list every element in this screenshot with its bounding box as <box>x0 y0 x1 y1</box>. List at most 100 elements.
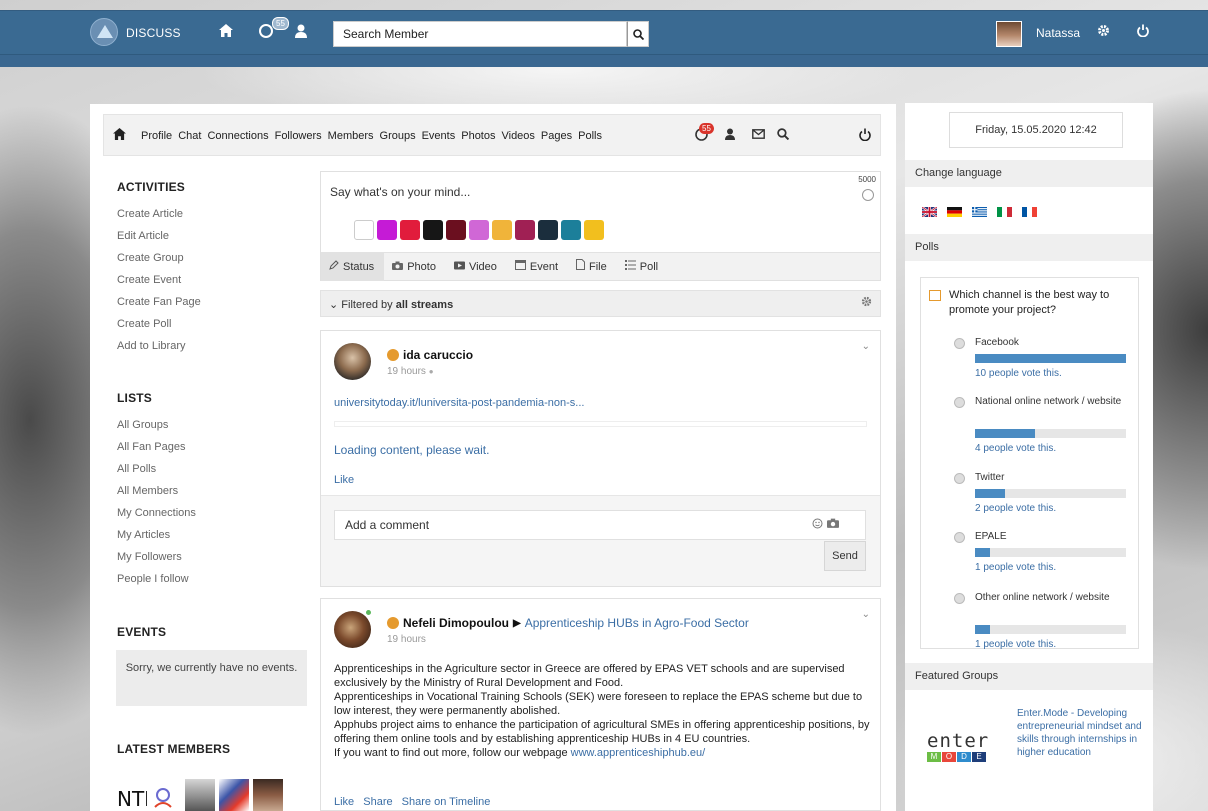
create-group-link[interactable]: Create Group <box>117 247 201 269</box>
nav-item-videos[interactable]: Videos <box>501 130 534 142</box>
post-author-avatar[interactable] <box>334 611 371 648</box>
home-icon[interactable] <box>219 24 233 40</box>
user-icon[interactable] <box>295 24 307 41</box>
nav-item-pages[interactable]: Pages <box>541 130 572 142</box>
create-poll-link[interactable]: Create Poll <box>117 313 201 335</box>
color-swatch[interactable] <box>584 220 604 240</box>
color-swatch[interactable] <box>515 220 535 240</box>
logo-icon[interactable] <box>90 18 118 46</box>
like-button[interactable]: Like <box>334 474 354 486</box>
my-articles-link[interactable]: My Articles <box>117 524 196 546</box>
nav-item-events[interactable]: Events <box>422 130 456 142</box>
flag-uk-icon[interactable] <box>922 207 937 217</box>
create-article-link[interactable]: Create Article <box>117 203 201 225</box>
comment-input[interactable]: Add a comment <box>334 510 866 540</box>
nav-home-icon[interactable] <box>113 128 126 143</box>
tab-event[interactable]: Event <box>507 253 568 281</box>
nav-item-followers[interactable]: Followers <box>275 130 322 142</box>
color-swatch[interactable] <box>423 220 443 240</box>
poll-radio[interactable] <box>954 473 965 484</box>
poll-radio[interactable] <box>954 593 965 604</box>
member-avatar[interactable] <box>151 779 181 811</box>
flag-italy-icon[interactable] <box>997 207 1012 217</box>
brand-name[interactable]: DISCUSS <box>126 26 181 40</box>
color-swatch[interactable] <box>492 220 512 240</box>
poll-radio[interactable] <box>954 532 965 543</box>
featured-group-logo[interactable]: enter M O D E <box>927 732 999 768</box>
nav-mail-icon[interactable] <box>752 128 765 142</box>
create-event-link[interactable]: Create Event <box>117 269 201 291</box>
status-input[interactable]: Say what's on your mind... <box>330 185 470 199</box>
share-button[interactable]: Share <box>363 796 392 808</box>
color-swatch[interactable] <box>561 220 581 240</box>
poll-vote-count[interactable]: 1 people vote this. <box>975 639 1056 650</box>
post-author[interactable]: ida caruccio <box>387 348 473 362</box>
member-avatar[interactable] <box>253 779 283 811</box>
nav-power-icon[interactable] <box>859 128 871 144</box>
globe-icon[interactable] <box>259 24 273 41</box>
nav-item-profile[interactable]: Profile <box>141 130 172 142</box>
emoji-icon[interactable] <box>862 189 874 201</box>
nav-item-connections[interactable]: Connections <box>207 130 268 142</box>
post-target-group[interactable]: Apprenticeship HUBs in Agro-Food Sector <box>525 616 749 630</box>
poll-vote-count[interactable]: 10 people vote this. <box>975 368 1062 379</box>
all-members-link[interactable]: All Members <box>117 480 196 502</box>
poll-vote-count[interactable]: 1 people vote this. <box>975 562 1056 573</box>
color-swatch[interactable] <box>377 220 397 240</box>
post-options-chevron-icon[interactable]: ⌄ <box>862 341 870 352</box>
all-groups-link[interactable]: All Groups <box>117 414 196 436</box>
poll-radio[interactable] <box>954 397 965 408</box>
color-swatch[interactable] <box>446 220 466 240</box>
color-swatch[interactable] <box>469 220 489 240</box>
post-options-chevron-icon[interactable]: ⌄ <box>862 609 870 620</box>
username[interactable]: Natassa <box>1036 26 1080 40</box>
create-fan-page-link[interactable]: Create Fan Page <box>117 291 201 313</box>
search-input[interactable]: Search Member <box>333 21 627 47</box>
member-avatar[interactable] <box>185 779 215 811</box>
tab-file[interactable]: File <box>568 253 617 281</box>
nav-item-photos[interactable]: Photos <box>461 130 495 142</box>
nav-add-user-icon[interactable] <box>724 128 737 143</box>
tab-status[interactable]: Status <box>321 253 385 281</box>
member-avatar[interactable] <box>219 779 249 811</box>
all-polls-link[interactable]: All Polls <box>117 458 196 480</box>
edit-article-link[interactable]: Edit Article <box>117 225 201 247</box>
flag-france-icon[interactable] <box>1022 207 1037 217</box>
tab-photo[interactable]: Photo <box>384 253 446 281</box>
nav-item-polls[interactable]: Polls <box>578 130 602 142</box>
color-swatch[interactable] <box>538 220 558 240</box>
nav-search-icon[interactable] <box>777 128 790 143</box>
all-fan-pages-link[interactable]: All Fan Pages <box>117 436 196 458</box>
share-on-timeline-button[interactable]: Share on Timeline <box>402 796 491 808</box>
like-button[interactable]: Like <box>334 796 354 808</box>
nav-item-chat[interactable]: Chat <box>178 130 201 142</box>
nav-notification-badge[interactable]: 55 <box>699 123 714 134</box>
people-i-follow-link[interactable]: People I follow <box>117 568 196 590</box>
power-icon[interactable] <box>1137 24 1149 40</box>
poll-vote-count[interactable]: 4 people vote this. <box>975 443 1056 454</box>
user-avatar[interactable] <box>996 21 1022 47</box>
poll-vote-count[interactable]: 2 people vote this. <box>975 503 1056 514</box>
my-followers-link[interactable]: My Followers <box>117 546 196 568</box>
notification-badge[interactable]: 55 <box>272 17 289 30</box>
color-swatch[interactable] <box>354 220 374 240</box>
post-author-avatar[interactable] <box>334 343 371 380</box>
comment-camera-icon[interactable] <box>827 518 872 531</box>
filter-gear-icon[interactable] <box>861 296 872 310</box>
nav-item-groups[interactable]: Groups <box>380 130 416 142</box>
flag-greece-icon[interactable] <box>972 207 987 217</box>
color-swatch[interactable] <box>400 220 420 240</box>
featured-group-link[interactable]: Enter.Mode - Developing entrepreneurial … <box>1017 707 1143 759</box>
add-to-library-link[interactable]: Add to Library <box>117 335 201 357</box>
flag-germany-icon[interactable] <box>947 207 962 217</box>
my-connections-link[interactable]: My Connections <box>117 502 196 524</box>
nav-item-members[interactable]: Members <box>328 130 374 142</box>
post-body-link[interactable]: www.apprenticeshiphub.eu/ <box>571 747 706 759</box>
member-avatar[interactable]: NTR <box>117 779 158 811</box>
tab-video[interactable]: Video <box>446 253 507 281</box>
search-button[interactable] <box>627 21 649 47</box>
gear-icon[interactable] <box>1097 24 1110 40</box>
tab-poll[interactable]: Poll <box>617 253 668 281</box>
stream-filter[interactable]: ⌄ Filtered by all streams <box>320 290 881 317</box>
poll-radio[interactable] <box>954 338 965 349</box>
